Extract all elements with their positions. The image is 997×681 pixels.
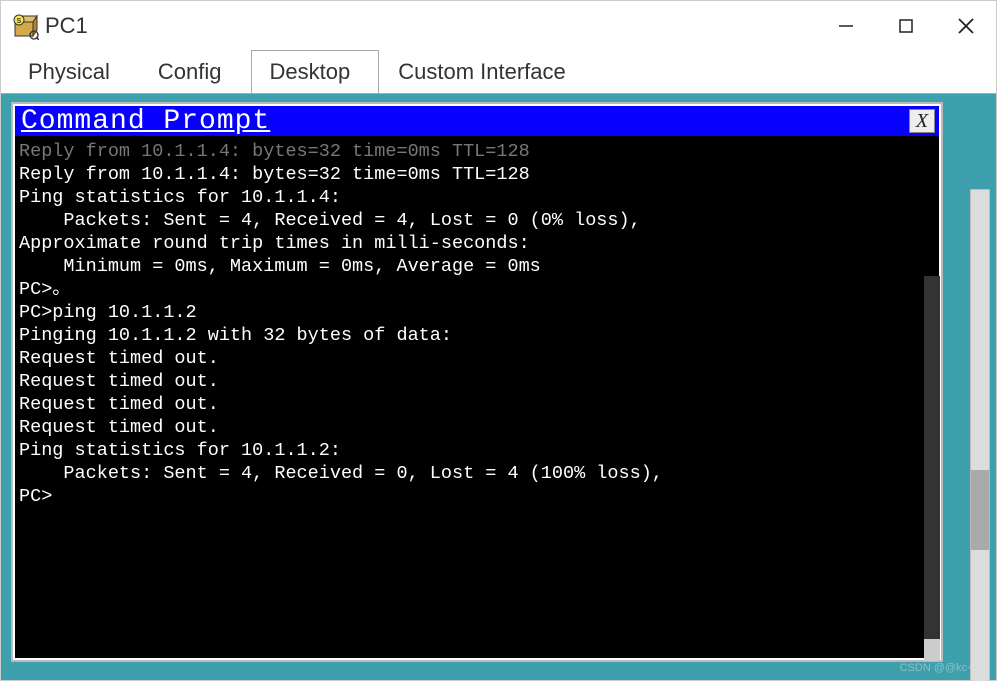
window-controls [816, 1, 996, 51]
terminal-line: Request timed out. [19, 393, 935, 416]
content-scrollbar[interactable] [970, 189, 990, 681]
terminal-line: Pinging 10.1.1.2 with 32 bytes of data: [19, 324, 935, 347]
tab-physical[interactable]: Physical [9, 50, 139, 94]
terminal-output: Reply from 10.1.1.4: bytes=32 time=0ms T… [15, 136, 939, 658]
terminal-line: PC>。 [19, 278, 935, 301]
command-prompt-close-button[interactable]: X [909, 109, 935, 133]
maximize-icon [898, 18, 914, 34]
minimize-icon [838, 18, 854, 34]
tab-strip: Physical Config Desktop Custom Interface [1, 51, 996, 93]
terminal[interactable]: Reply from 10.1.1.4: bytes=32 time=0ms T… [15, 136, 939, 658]
terminal-line: Reply from 10.1.1.4: bytes=32 time=0ms T… [19, 163, 935, 186]
terminal-line: Packets: Sent = 4, Received = 0, Lost = … [19, 462, 935, 485]
content-scroll-thumb[interactable] [971, 470, 989, 550]
terminal-line: PC> [19, 485, 935, 508]
command-prompt-title: Command Prompt [21, 106, 909, 137]
maximize-button[interactable] [876, 1, 936, 51]
terminal-line: Approximate round trip times in milli-se… [19, 232, 935, 255]
app-window: S PC1 Physical Config Desktop Custom Int… [0, 0, 997, 681]
terminal-line: Request timed out. [19, 416, 935, 439]
terminal-line: Packets: Sent = 4, Received = 4, Lost = … [19, 209, 935, 232]
terminal-line: PC>ping 10.1.1.2 [19, 301, 935, 324]
close-button[interactable] [936, 1, 996, 51]
terminal-line: Ping statistics for 10.1.1.2: [19, 439, 935, 462]
app-icon: S [11, 12, 39, 40]
terminal-line: Request timed out. [19, 347, 935, 370]
svg-text:S: S [17, 18, 22, 25]
tab-custom-interface[interactable]: Custom Interface [379, 50, 595, 94]
window-titlebar: S PC1 [1, 1, 996, 51]
command-prompt-window: Command Prompt X Reply from 10.1.1.4: by… [11, 102, 943, 662]
command-prompt-titlebar: Command Prompt X [15, 106, 939, 136]
tab-config[interactable]: Config [139, 50, 251, 94]
desktop-content: Command Prompt X Reply from 10.1.1.4: by… [1, 93, 996, 680]
terminal-line: Ping statistics for 10.1.1.4: [19, 186, 935, 209]
terminal-scroll-thumb[interactable] [924, 639, 940, 661]
close-icon [957, 17, 975, 35]
watermark: CSDN @@kc++ [900, 662, 980, 674]
terminal-scrollbar[interactable] [924, 276, 940, 661]
terminal-line: Minimum = 0ms, Maximum = 0ms, Average = … [19, 255, 935, 278]
terminal-line: Request timed out. [19, 370, 935, 393]
minimize-button[interactable] [816, 1, 876, 51]
window-title: PC1 [45, 13, 816, 39]
terminal-line: Reply from 10.1.1.4: bytes=32 time=0ms T… [19, 140, 935, 163]
tab-desktop[interactable]: Desktop [251, 50, 380, 94]
